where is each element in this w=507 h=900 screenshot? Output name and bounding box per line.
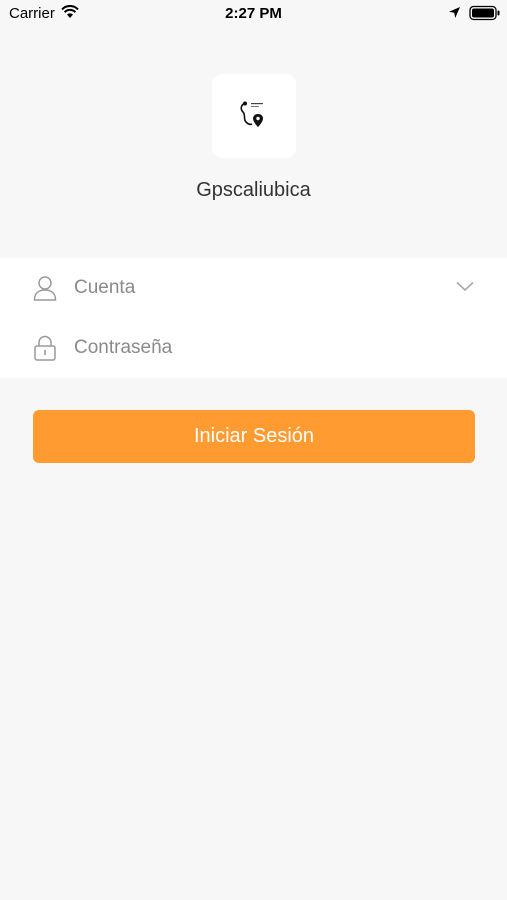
map-pin-logo-icon bbox=[240, 101, 263, 127]
user-icon bbox=[33, 276, 57, 301]
battery-icon bbox=[469, 5, 500, 21]
status-bar: Carrier 2:27 PM bbox=[0, 0, 507, 28]
location-arrow-icon bbox=[449, 7, 460, 18]
login-form bbox=[0, 258, 507, 378]
app-logo bbox=[212, 74, 296, 158]
lock-icon bbox=[34, 335, 56, 361]
password-row bbox=[0, 318, 507, 378]
password-input[interactable] bbox=[74, 332, 434, 364]
status-time: 2:27 PM bbox=[225, 5, 282, 22]
account-row bbox=[0, 258, 507, 318]
chevron-down-icon[interactable] bbox=[456, 281, 474, 292]
app-name: Gpscaliubica bbox=[196, 179, 311, 201]
account-input[interactable] bbox=[74, 272, 434, 304]
login-button[interactable]: Iniciar Sesión bbox=[33, 410, 475, 463]
